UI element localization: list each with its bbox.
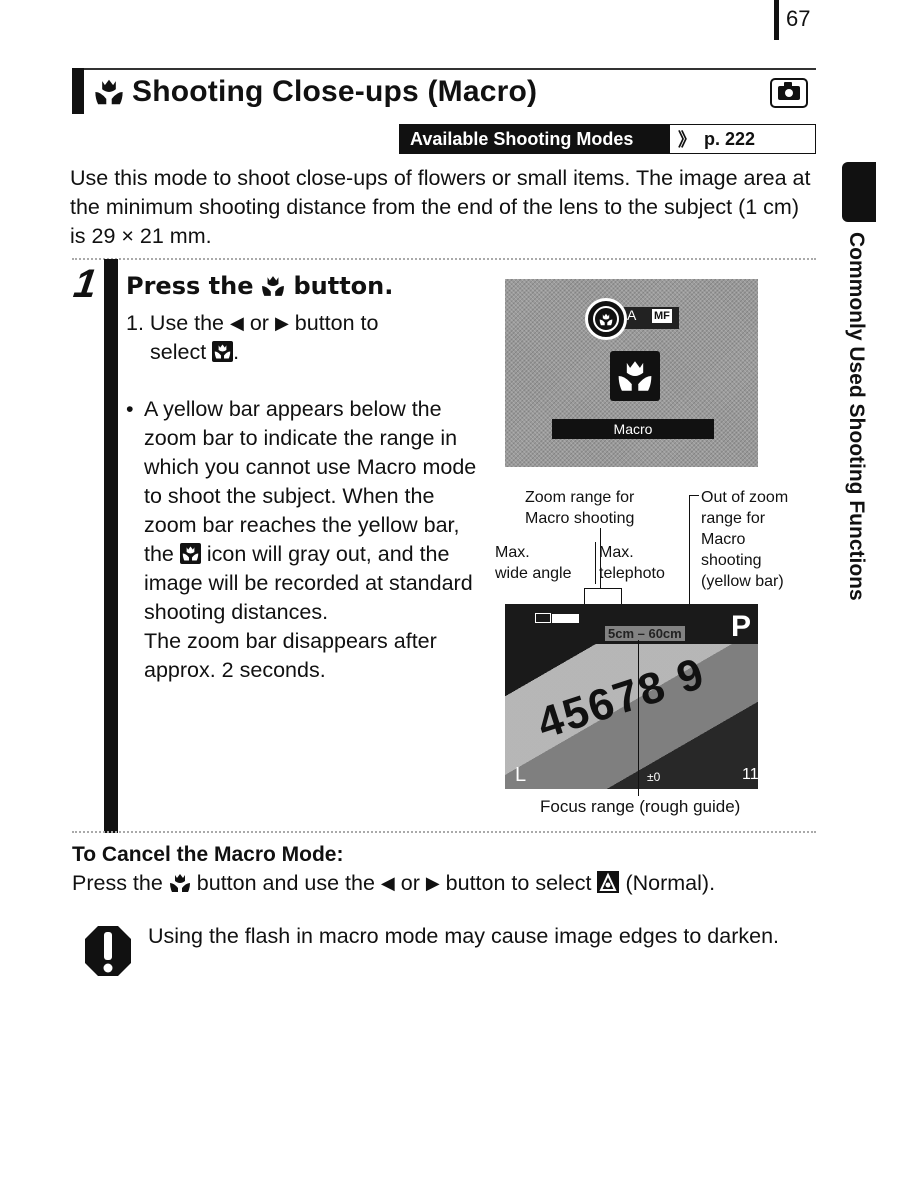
annotation-line: shooting bbox=[701, 552, 762, 569]
cancel-text-c: button to select bbox=[445, 871, 592, 895]
bullet-text-c: The zoom bar disappears after approx. 2 … bbox=[144, 629, 437, 682]
substep-text-end: button to bbox=[294, 311, 379, 335]
bullet-text: A yellow bar appears below the zoom bar … bbox=[144, 395, 486, 685]
page-reference: p. 222 bbox=[704, 128, 756, 149]
shots-remaining: 11 bbox=[742, 766, 758, 783]
caution-text: Using the flash in macro mode may cause … bbox=[148, 924, 779, 948]
normal-mode-icon bbox=[597, 871, 620, 893]
shooting-mode-indicator: P bbox=[731, 610, 752, 643]
macro-large-icon bbox=[610, 351, 660, 401]
step-number: 1 bbox=[70, 262, 100, 306]
annotation-line: Out of zoom bbox=[701, 489, 789, 506]
macro-tulip-icon bbox=[95, 79, 123, 105]
step-bar bbox=[104, 259, 118, 833]
cancel-heading: To Cancel the Macro Mode: bbox=[72, 843, 344, 866]
bullet-text-a: A yellow bar appears below the zoom bar … bbox=[144, 397, 477, 566]
title-rule bbox=[72, 68, 816, 70]
annotation-zoom-range: Zoom range for Macro shooting bbox=[525, 487, 634, 529]
right-arrow-icon: ▶ bbox=[425, 873, 440, 893]
step-title-after: button. bbox=[293, 272, 394, 300]
substep-number: 1. bbox=[126, 311, 144, 335]
mode-manual-focus: MF bbox=[652, 309, 672, 323]
macro-mode-icon bbox=[179, 543, 201, 564]
annotation-line: range for bbox=[701, 510, 766, 527]
available-modes-box: Available Shooting Modes 》 p. 222 bbox=[399, 124, 816, 154]
cancel-text-or: or bbox=[400, 871, 420, 895]
macro-tulip-icon bbox=[599, 313, 613, 325]
cancel-text-d: (Normal). bbox=[625, 871, 716, 895]
available-modes-label: Available Shooting Modes bbox=[400, 125, 670, 153]
annotation-line: Max. bbox=[495, 544, 530, 561]
right-arrow-icon: ▶ bbox=[274, 313, 289, 333]
intro-paragraph: Use this mode to shoot close-ups of flow… bbox=[70, 166, 811, 248]
divider bbox=[72, 831, 816, 833]
mode-auto-focus: A bbox=[627, 307, 637, 323]
annotation-line: Macro shooting bbox=[525, 510, 635, 527]
chapter-label: Commonly Used Shooting Functions bbox=[838, 232, 878, 632]
camera-screen-shooting: 45678 9 5cm – 60cm P L ±0 11 bbox=[505, 604, 758, 789]
annotation-line: Macro bbox=[701, 531, 746, 548]
left-arrow-icon: ◀ bbox=[380, 873, 395, 893]
annotation-out-of-range: Out of zoom range for Macro shooting (ye… bbox=[701, 487, 788, 592]
step-title-before: Press the bbox=[126, 272, 254, 300]
cancel-text-a: Press the bbox=[72, 871, 163, 895]
cancel-instructions: Press the button and use the ◀ or ▶ butt… bbox=[72, 869, 715, 897]
image-size-indicator: L bbox=[515, 764, 527, 786]
cancel-text-b: button and use the bbox=[196, 871, 375, 895]
note-bullet: • A yellow bar appears below the zoom ba… bbox=[126, 395, 486, 685]
leader-line bbox=[584, 588, 622, 589]
caution-icon bbox=[85, 926, 131, 976]
camera-icon bbox=[770, 78, 808, 108]
substep-text: Use the bbox=[149, 311, 225, 335]
divider bbox=[72, 258, 816, 260]
exposure-comp-indicator: ±0 bbox=[647, 770, 661, 784]
annotation-line: Max. bbox=[599, 544, 634, 561]
substep-select: select bbox=[150, 340, 207, 364]
camera-screen-mode-select: A MF Macro bbox=[505, 279, 758, 467]
annotation-max-wide: Max. wide angle bbox=[495, 542, 572, 584]
selected-mode-ring bbox=[585, 298, 627, 340]
leader-line bbox=[600, 528, 601, 588]
annotation-line: (yellow bar) bbox=[701, 573, 784, 590]
substep-or: or bbox=[249, 311, 269, 335]
annotation-max-tele: Max. telephoto bbox=[595, 542, 665, 584]
bullet-dot: • bbox=[126, 397, 134, 421]
page-title-text: Shooting Close-ups (Macro) bbox=[132, 75, 538, 108]
zoom-bar bbox=[552, 614, 579, 623]
substep-line2: select . bbox=[126, 338, 486, 367]
left-arrow-icon: ◀ bbox=[230, 313, 244, 333]
leader-line bbox=[689, 495, 699, 496]
leader-line bbox=[638, 640, 639, 796]
macro-tulip-icon bbox=[262, 276, 285, 296]
chapter-tab bbox=[842, 162, 876, 222]
annotation-line: wide angle bbox=[495, 565, 572, 582]
zoom-bar-icon bbox=[535, 613, 551, 623]
available-modes-link[interactable]: 》 p. 222 bbox=[670, 125, 755, 153]
page-title: Shooting Close-ups (Macro) bbox=[94, 75, 537, 109]
title-marker bbox=[72, 68, 84, 114]
mode-label: Macro bbox=[552, 419, 714, 439]
period: . bbox=[233, 340, 240, 364]
annotation-line: telephoto bbox=[599, 565, 665, 582]
step-title: Press the button. bbox=[126, 272, 393, 300]
page-number: 67 bbox=[786, 6, 811, 31]
annotation-line: Zoom range for bbox=[525, 489, 635, 506]
focus-range-readout: 5cm – 60cm bbox=[605, 626, 685, 641]
substep-1: 1. Use the ◀ or ▶ button to select . bbox=[126, 309, 486, 367]
macro-mode-icon bbox=[212, 341, 234, 362]
page-number-bar bbox=[774, 0, 779, 40]
chapter-label-text: Commonly Used Shooting Functions bbox=[845, 232, 868, 601]
double-chevron-icon: 》 bbox=[678, 130, 696, 150]
macro-tulip-icon bbox=[169, 874, 190, 892]
annotation-focus-range: Focus range (rough guide) bbox=[540, 797, 741, 816]
